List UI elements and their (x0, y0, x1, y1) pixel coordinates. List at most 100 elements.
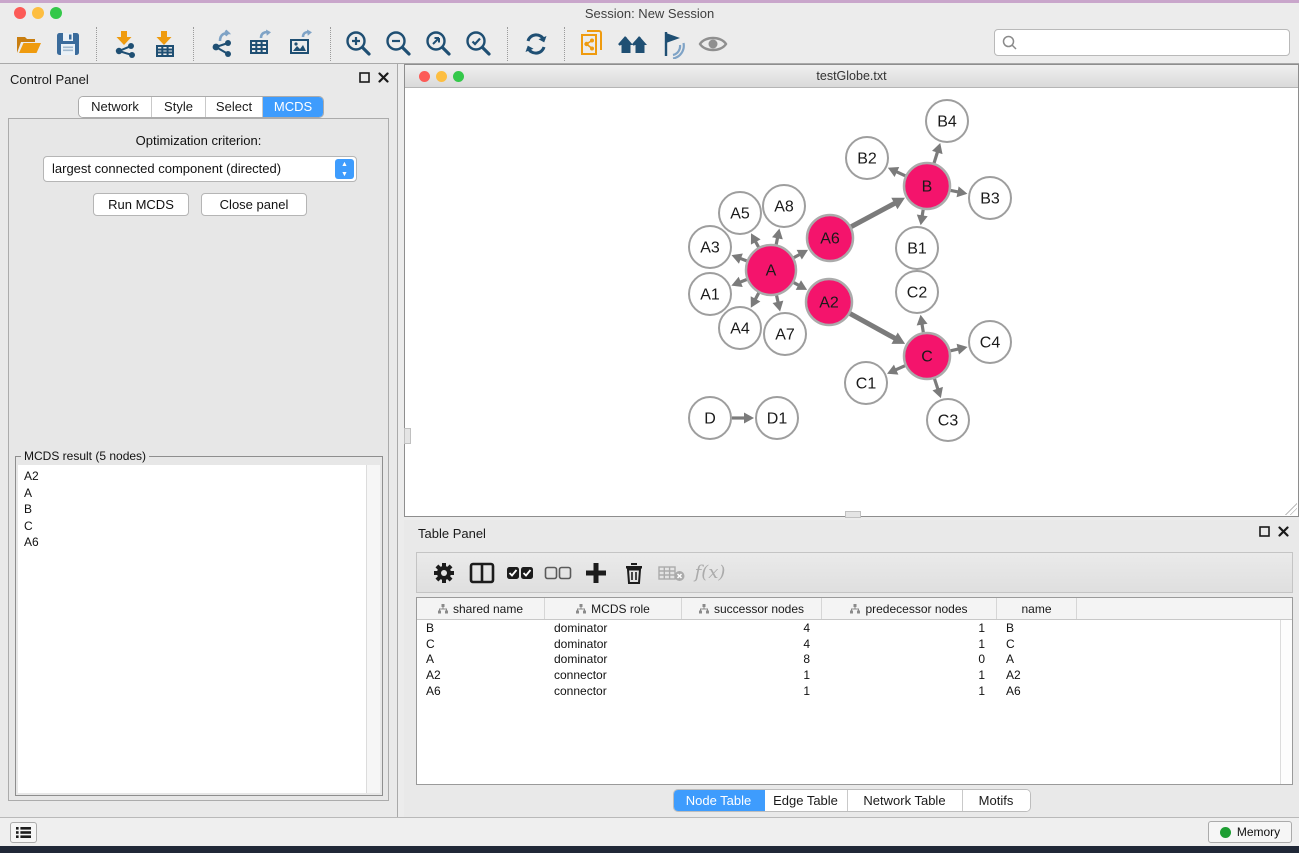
graph-node-C3[interactable]: C3 (927, 399, 969, 441)
graph-node-D1[interactable]: D1 (756, 397, 798, 439)
splitter-handle-bottom[interactable] (845, 511, 861, 518)
graph-node-B2[interactable]: B2 (846, 137, 888, 179)
minimize-window-button[interactable] (32, 7, 44, 19)
search-input[interactable] (1019, 33, 1289, 53)
column-header-name[interactable]: name (997, 598, 1077, 619)
tab-mcds[interactable]: MCDS (263, 97, 323, 117)
network-view-window: testGlobe.txt B4 B2 B B3 A5A8A6 A3 A B1 A1 C2 A2 A4… (404, 64, 1299, 517)
zoom-window-button[interactable] (50, 7, 62, 19)
toolbar-separator (96, 27, 97, 61)
column-header-MCDS-role[interactable]: MCDS role (545, 598, 682, 619)
result-item[interactable]: A (24, 485, 366, 502)
hide-details-icon[interactable] (655, 26, 691, 62)
table-settings-gear-icon[interactable] (427, 558, 461, 588)
table-row[interactable]: A2connector11A2 (417, 667, 1292, 683)
network-zoom-button[interactable] (453, 71, 464, 82)
graph-node-A7[interactable]: A7 (764, 313, 806, 355)
network-minimize-button[interactable] (436, 71, 447, 82)
show-columns-icon[interactable] (465, 558, 499, 588)
zoom-selected-icon[interactable] (461, 26, 497, 62)
node-label: B4 (937, 114, 957, 131)
import-network-icon[interactable] (107, 26, 143, 62)
network-window-titlebar[interactable]: testGlobe.txt (405, 65, 1298, 88)
result-item[interactable]: A2 (24, 468, 366, 485)
criterion-dropdown[interactable]: largest connected component (directed) ▲… (43, 156, 357, 182)
graph-node-C[interactable]: C (904, 333, 950, 379)
function-builder-icon[interactable]: f(x) (693, 558, 727, 588)
tab-select[interactable]: Select (206, 97, 263, 117)
table-row[interactable]: A6connector11A6 (417, 683, 1292, 699)
result-item[interactable]: B (24, 501, 366, 518)
graph-node-D[interactable]: D (689, 397, 731, 439)
splitter-handle-left[interactable] (404, 428, 411, 444)
tab-node-table[interactable]: Node Table (674, 790, 765, 811)
search-field[interactable] (994, 29, 1290, 56)
graph-node-A8[interactable]: A8 (763, 185, 805, 227)
graph-edge-A6-B[interactable] (851, 203, 896, 227)
zoom-out-icon[interactable] (381, 26, 417, 62)
refresh-icon[interactable] (518, 26, 554, 62)
task-history-button[interactable] (10, 822, 37, 843)
tab-network[interactable]: Network (79, 97, 152, 117)
import-table-icon[interactable] (147, 26, 183, 62)
graph-node-C1[interactable]: C1 (845, 362, 887, 404)
column-header-successor-nodes[interactable]: successor nodes (682, 598, 822, 619)
graph-node-A1[interactable]: A1 (689, 273, 731, 315)
graph-node-B1[interactable]: B1 (896, 227, 938, 269)
open-file-icon[interactable] (10, 26, 46, 62)
graph-node-B3[interactable]: B3 (969, 177, 1011, 219)
graph-node-B4[interactable]: B4 (926, 100, 968, 142)
float-panel-icon[interactable] (1259, 526, 1270, 537)
graph-node-A5[interactable]: A5 (719, 192, 761, 234)
network-canvas[interactable]: B4 B2 B B3 A5A8A6 A3 A B1 A1 C2 A2 A4A7 C C4 C1 C3 D D1 (405, 88, 1298, 516)
result-item[interactable]: A6 (24, 534, 366, 551)
graph-node-B[interactable]: B (904, 163, 950, 209)
export-network-icon[interactable] (204, 26, 240, 62)
network-file-icon[interactable] (575, 26, 611, 62)
save-session-icon[interactable] (50, 26, 86, 62)
table-cell: 1 (682, 668, 822, 682)
tab-network-table[interactable]: Network Table (848, 790, 963, 811)
tab-motifs[interactable]: Motifs (963, 790, 1030, 811)
graph-node-A[interactable]: A (746, 245, 796, 295)
mcds-result-list[interactable]: A2ABCA6 (18, 465, 366, 793)
table-scrollbar[interactable] (1280, 620, 1292, 784)
column-header-predecessor-nodes[interactable]: predecessor nodes (822, 598, 997, 619)
close-panel-button[interactable]: Close panel (201, 193, 307, 216)
close-panel-icon[interactable] (1278, 526, 1289, 537)
graph-node-A6[interactable]: A6 (807, 215, 853, 261)
float-panel-icon[interactable] (359, 72, 370, 83)
eye-icon[interactable] (695, 26, 731, 62)
result-item[interactable]: C (24, 518, 366, 535)
close-panel-icon[interactable] (378, 72, 389, 83)
graph-node-A4[interactable]: A4 (719, 307, 761, 349)
create-column-plus-icon[interactable] (579, 558, 613, 588)
graph-node-C4[interactable]: C4 (969, 321, 1011, 363)
zoom-in-icon[interactable] (341, 26, 377, 62)
graph-node-C2[interactable]: C2 (896, 271, 938, 313)
select-all-checkboxes-icon[interactable] (503, 558, 537, 588)
home-icon[interactable] (615, 26, 651, 62)
zoom-fit-icon[interactable] (421, 26, 457, 62)
delete-column-trash-icon[interactable] (617, 558, 651, 588)
graph-node-A3[interactable]: A3 (689, 226, 731, 268)
result-scrollbar[interactable] (366, 465, 380, 793)
export-image-icon[interactable] (284, 26, 320, 62)
tab-edge-table[interactable]: Edge Table (765, 790, 848, 811)
table-row[interactable]: Cdominator41C (417, 636, 1292, 652)
resize-grip-icon[interactable] (1285, 503, 1297, 515)
network-close-button[interactable] (419, 71, 430, 82)
table-row[interactable]: Bdominator41B (417, 620, 1292, 636)
memory-button[interactable]: Memory (1208, 821, 1292, 843)
column-header-shared-name[interactable]: shared name (417, 598, 545, 619)
export-table-icon[interactable] (244, 26, 280, 62)
graph-node-A2[interactable]: A2 (806, 279, 852, 325)
delete-table-icon[interactable] (655, 558, 689, 588)
close-window-button[interactable] (14, 7, 26, 19)
deselect-all-checkboxes-icon[interactable] (541, 558, 575, 588)
tab-style[interactable]: Style (152, 97, 206, 117)
run-mcds-button[interactable]: Run MCDS (93, 193, 189, 216)
graph-edge-A2-C[interactable] (850, 314, 896, 340)
criterion-value: largest connected component (directed) (52, 161, 281, 176)
table-row[interactable]: Adominator80A (417, 651, 1292, 667)
